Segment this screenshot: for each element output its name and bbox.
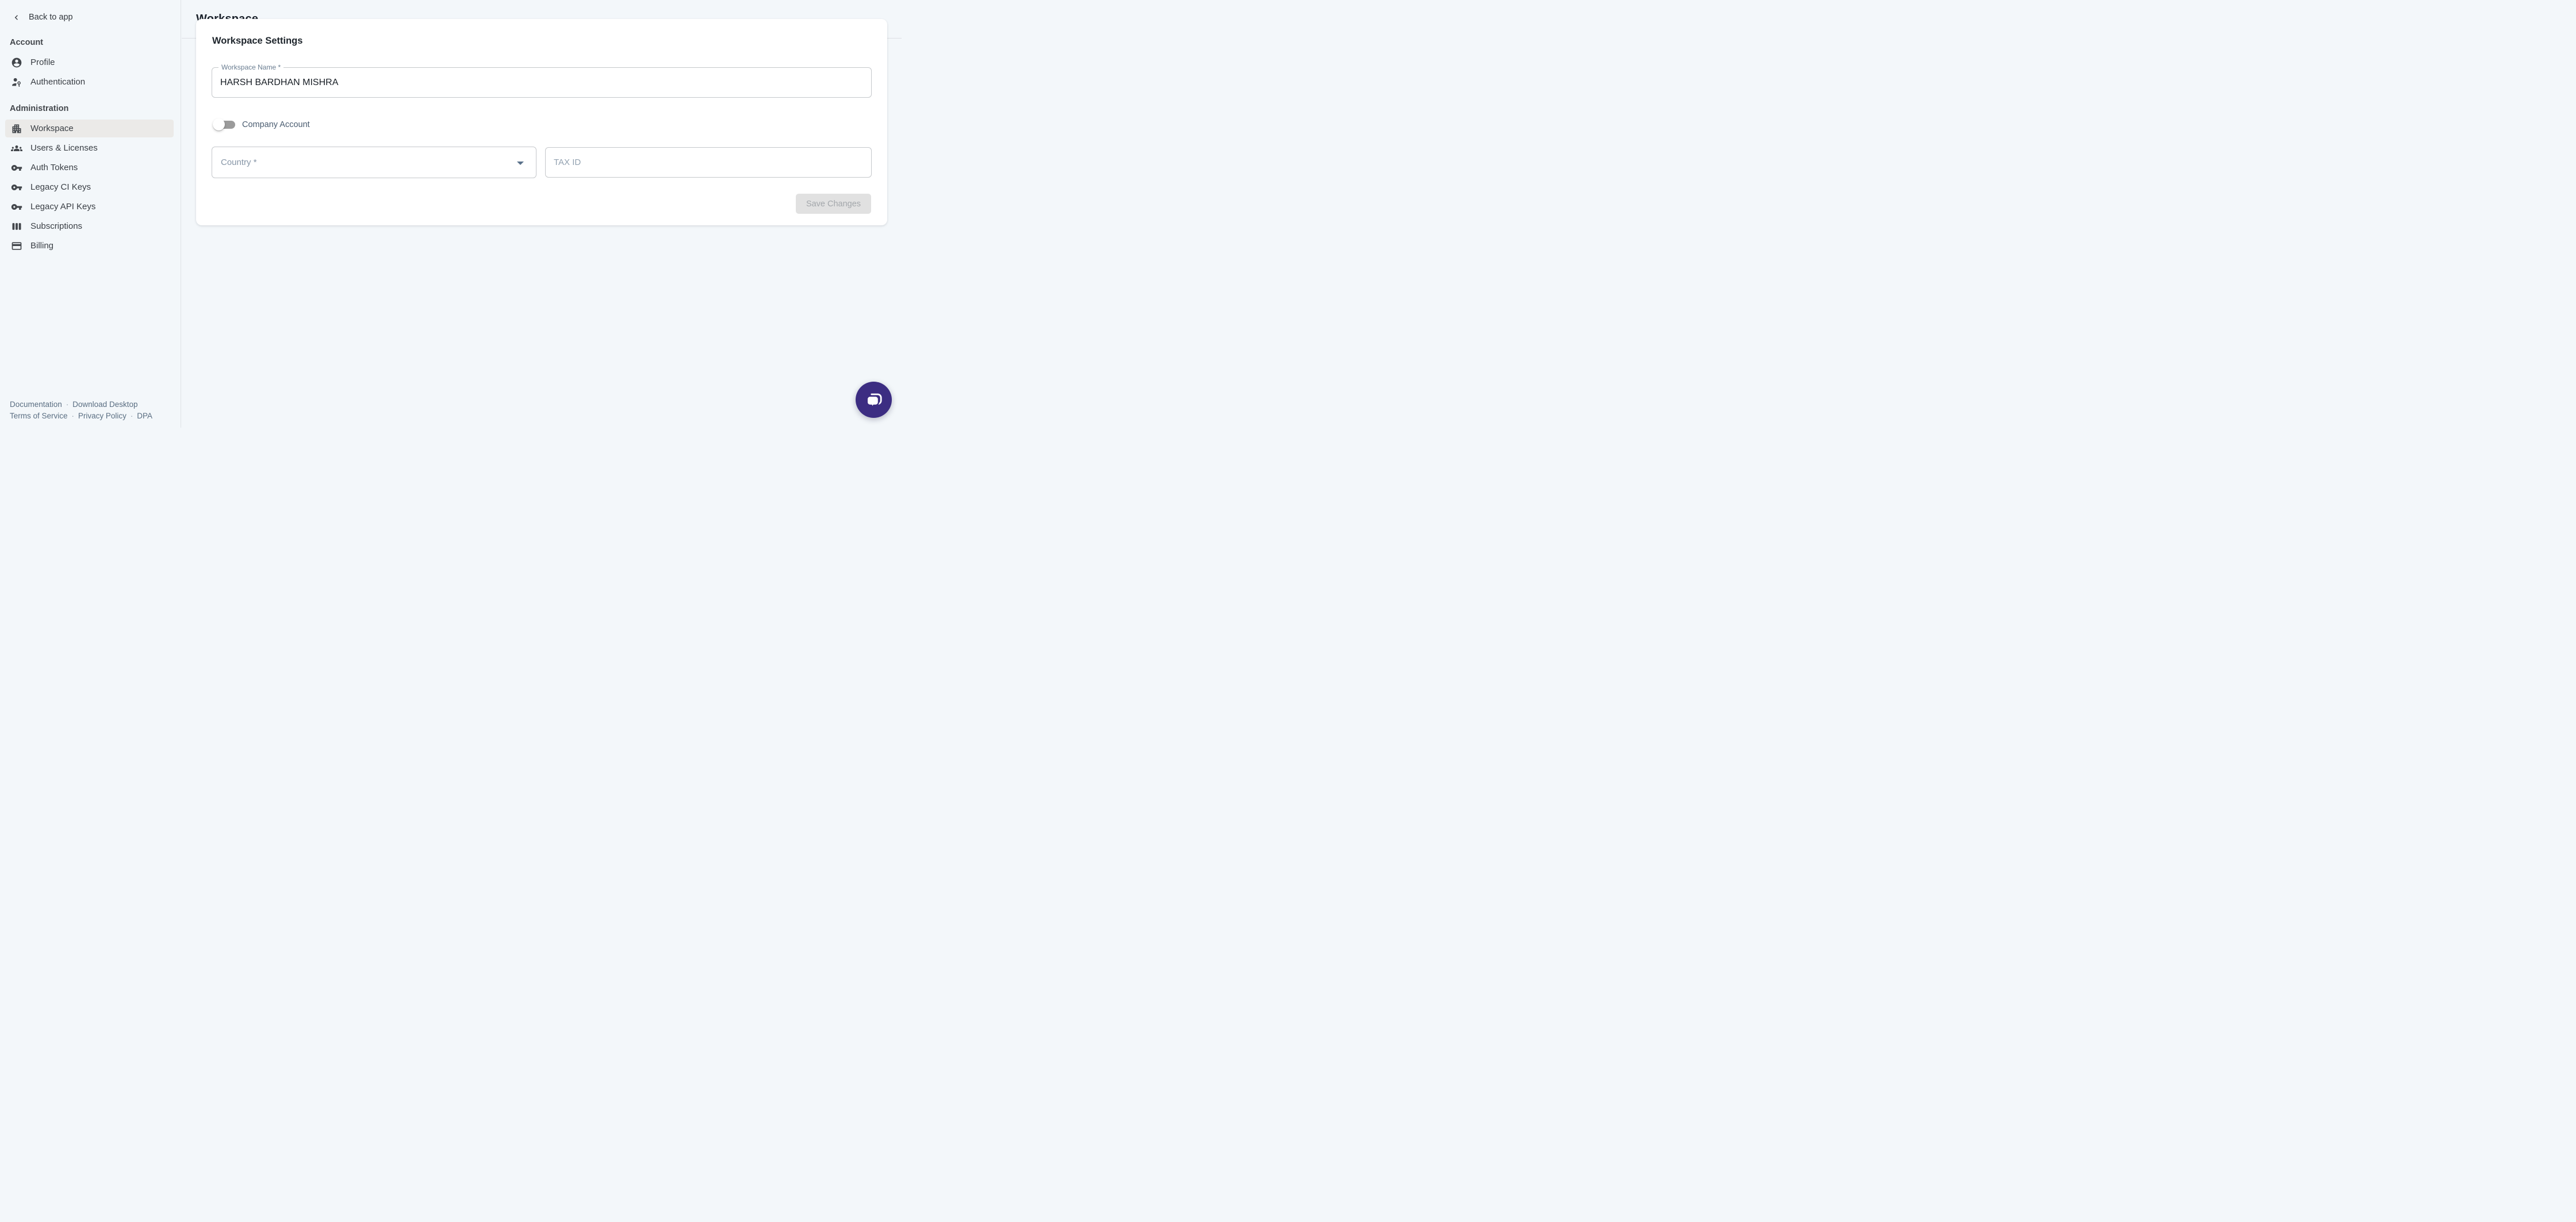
- dpa-link[interactable]: DPA: [137, 410, 152, 422]
- key-icon: [11, 182, 22, 193]
- sidebar-item-label: Auth Tokens: [30, 163, 78, 172]
- bars-icon: [11, 221, 22, 232]
- sidebar-item-label: Workspace: [30, 124, 74, 133]
- person-circle-icon: [11, 57, 22, 68]
- settings-sidebar: Back to app Account Profile Authenticati…: [0, 0, 181, 428]
- company-account-row: Company Account: [213, 118, 310, 130]
- workspace-settings-card: Workspace Settings Workspace Name * Comp…: [196, 19, 887, 225]
- country-select[interactable]: Country *: [212, 147, 536, 178]
- privacy-policy-link[interactable]: Privacy Policy: [78, 410, 126, 422]
- company-account-toggle[interactable]: [213, 118, 236, 130]
- back-to-app-label: Back to app: [29, 13, 73, 22]
- sidebar-item-label: Legacy CI Keys: [30, 182, 91, 192]
- section-title-account: Account: [10, 38, 181, 47]
- terms-of-service-link[interactable]: Terms of Service: [10, 410, 68, 422]
- footer-separator: ·: [131, 410, 133, 422]
- key-icon: [11, 162, 22, 174]
- sidebar-item-billing[interactable]: Billing: [5, 237, 174, 255]
- workspace-name-label: Workspace Name *: [218, 63, 283, 71]
- sidebar-item-authentication[interactable]: Authentication: [5, 73, 174, 91]
- chevron-down-icon: [517, 162, 524, 165]
- chevron-left-icon: [12, 13, 21, 22]
- person-key-icon: [11, 76, 22, 88]
- sidebar-item-workspace[interactable]: Workspace: [5, 120, 174, 137]
- sidebar-item-legacy-api-keys[interactable]: Legacy API Keys: [5, 198, 174, 216]
- administration-nav: Workspace Users & Licenses Auth Tokens L…: [0, 120, 181, 255]
- sidebar-item-profile[interactable]: Profile: [5, 53, 174, 71]
- documentation-link[interactable]: Documentation: [10, 399, 62, 410]
- sidebar-item-label: Authentication: [30, 77, 85, 87]
- sidebar-item-legacy-ci-keys[interactable]: Legacy CI Keys: [5, 178, 174, 196]
- section-title-administration: Administration: [10, 104, 181, 113]
- account-nav: Profile Authentication: [0, 53, 181, 91]
- main-content: Workspace Workspace Settings Workspace N…: [182, 0, 902, 428]
- sidebar-item-label: Profile: [30, 57, 55, 67]
- workspace-name-input[interactable]: [212, 68, 871, 97]
- chat-launcher-button[interactable]: [856, 382, 892, 418]
- credit-card-icon: [11, 240, 22, 252]
- building-icon: [11, 123, 22, 135]
- sidebar-item-subscriptions[interactable]: Subscriptions: [5, 217, 174, 235]
- country-placeholder: Country *: [221, 147, 257, 178]
- download-desktop-link[interactable]: Download Desktop: [72, 399, 137, 410]
- toggle-thumb: [213, 118, 225, 130]
- sidebar-item-auth-tokens[interactable]: Auth Tokens: [5, 159, 174, 176]
- footer-separator: ·: [66, 399, 68, 410]
- back-to-app-button[interactable]: Back to app: [12, 10, 181, 25]
- sidebar-item-label: Billing: [30, 241, 53, 251]
- people-group-icon: [11, 143, 22, 154]
- footer-separator: ·: [72, 410, 74, 422]
- sidebar-item-label: Legacy API Keys: [30, 202, 95, 212]
- sidebar-item-label: Users & Licenses: [30, 143, 98, 153]
- chat-bubbles-icon: [864, 390, 884, 410]
- sidebar-item-label: Subscriptions: [30, 221, 82, 231]
- key-icon: [11, 201, 22, 213]
- save-changes-button[interactable]: Save Changes: [796, 194, 871, 214]
- company-account-label: Company Account: [242, 120, 310, 129]
- tax-id-field: [545, 147, 872, 178]
- sidebar-item-users-licenses[interactable]: Users & Licenses: [5, 139, 174, 157]
- workspace-name-field: Workspace Name *: [212, 67, 872, 98]
- tax-id-input[interactable]: [546, 148, 871, 177]
- card-title: Workspace Settings: [212, 36, 302, 47]
- sidebar-footer: Documentation · Download Desktop Terms o…: [10, 399, 152, 421]
